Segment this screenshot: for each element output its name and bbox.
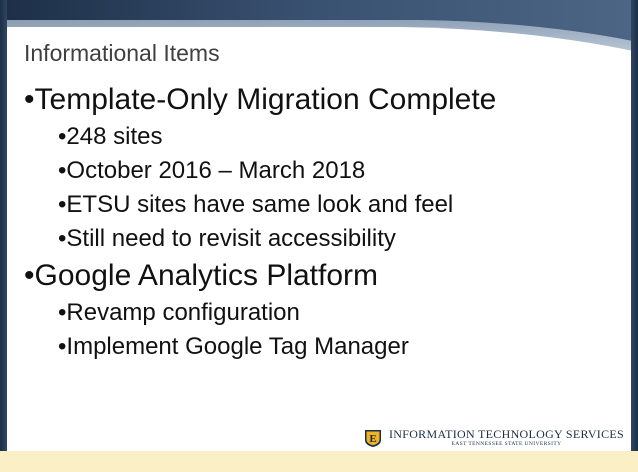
bullet-text: Implement Google Tag Manager [66,333,409,360]
slide-title: Informational Items [24,40,220,66]
bullet-dot: • [24,259,35,292]
bullet-list: •Template-Only Migration Complete •248 s… [24,80,496,364]
sub-bullet: •Revamp configuration [24,296,496,330]
left-frame-edge [0,0,7,472]
logo-main-text: INFORMATION TECHNOLOGY SERVICES [388,427,624,441]
bullet-text: Revamp configuration [66,299,300,326]
bullet-text: October 2016 – March 2018 [66,157,366,184]
bullet-level1: •Google Analytics Platform [24,256,496,296]
bullet-text: Template-Only Migration Complete [34,83,497,116]
bullet-text: ETSU sites have same look and feel [66,191,454,218]
bullet-level1: •Template-Only Migration Complete [24,80,496,120]
logo-sub-text: EAST TENNESSEE STATE UNIVERSITY [451,441,562,447]
logo-text: INFORMATION TECHNOLOGY SERVICES EAST TEN… [389,428,624,448]
sub-bullet: •248 sites [24,120,496,154]
right-frame-edge [631,0,638,472]
badge-letter: E [369,433,376,445]
sub-bullet: •Implement Google Tag Manager [24,330,496,364]
bullet-text: 248 sites [66,123,163,150]
sub-bullet: •ETSU sites have same look and feel [24,188,496,222]
sub-bullet: •October 2016 – March 2018 [24,154,496,188]
bullet-text: Google Analytics Platform [34,259,379,292]
bottom-band [0,451,638,472]
sub-bullet: •Still need to revisit accessibility [24,222,496,256]
etsu-e-badge-icon: E [364,430,381,447]
bullet-dot: • [24,83,35,116]
its-logo: E INFORMATION TECHNOLOGY SERVICES EAST T… [363,428,624,448]
slide: Informational Items •Template-Only Migra… [0,0,638,472]
bullet-text: Still need to revisit accessibility [66,225,396,252]
